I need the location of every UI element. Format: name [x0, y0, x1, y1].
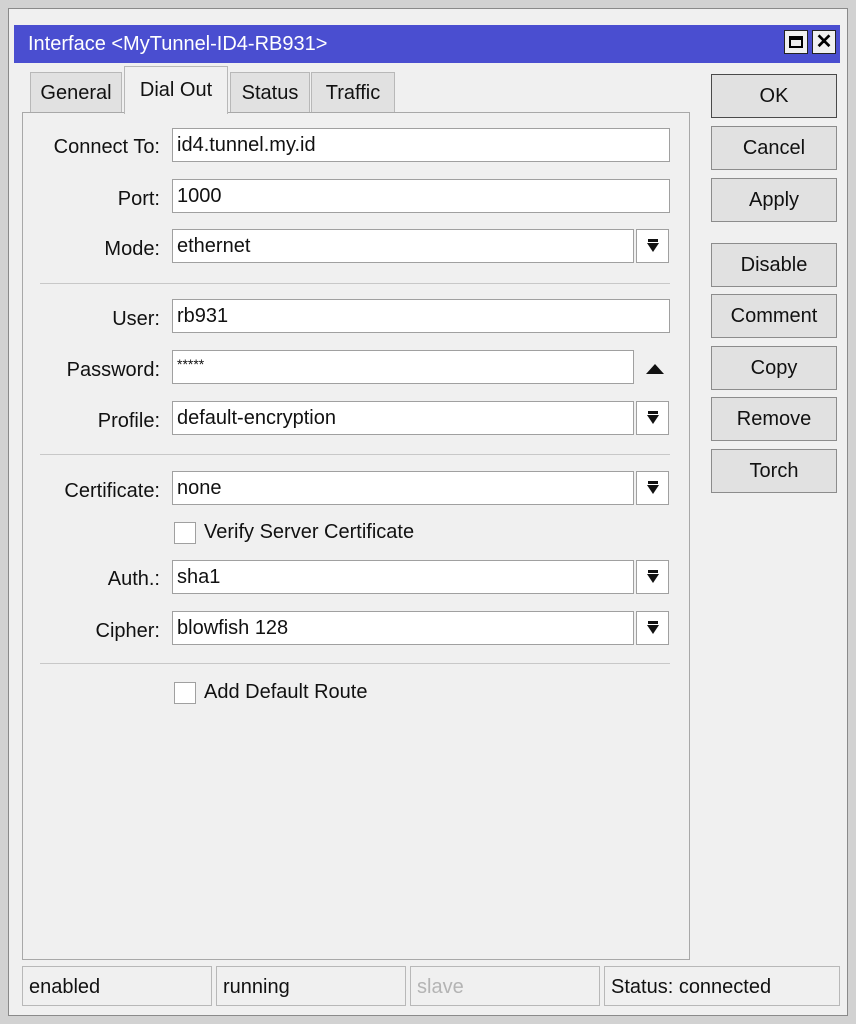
ok-button[interactable]: OK [711, 74, 837, 118]
dropdown-arrow-icon [648, 570, 658, 573]
certificate-select[interactable]: none [172, 471, 634, 505]
dropdown-arrow-icon [648, 621, 658, 624]
separator [40, 663, 670, 664]
add-default-route-checkbox[interactable] [174, 682, 196, 704]
tab-dial-out[interactable]: Dial Out [124, 66, 228, 114]
connect-to-field[interactable]: id4.tunnel.my.id [172, 128, 670, 162]
connect-to-label: Connect To: [53, 136, 160, 158]
auth-select[interactable]: sha1 [172, 560, 634, 594]
cipher-dropdown-button[interactable] [636, 611, 669, 645]
profile-select[interactable]: default-encryption [172, 401, 634, 435]
mode-label: Mode: [104, 238, 160, 260]
disable-button[interactable]: Disable [711, 243, 837, 287]
remove-button[interactable]: Remove [711, 397, 837, 441]
comment-button[interactable]: Comment [711, 294, 837, 338]
tab-status[interactable]: Status [230, 72, 310, 112]
mode-dropdown-button[interactable] [636, 229, 669, 263]
window-title: Interface <MyTunnel-ID4-RB931> [14, 25, 840, 63]
tab-general[interactable]: General [30, 72, 122, 112]
port-field[interactable]: 1000 [172, 179, 670, 213]
separator [40, 454, 670, 455]
certificate-dropdown-button[interactable] [636, 471, 669, 505]
maximize-icon [789, 36, 803, 48]
status-slave: slave [410, 966, 600, 1006]
apply-button[interactable]: Apply [711, 178, 837, 222]
auth-dropdown-button[interactable] [636, 560, 669, 594]
dropdown-arrow-icon [648, 239, 658, 242]
profile-dropdown-button[interactable] [636, 401, 669, 435]
copy-button[interactable]: Copy [711, 346, 837, 390]
maximize-button[interactable] [784, 30, 808, 54]
profile-label: Profile: [97, 410, 160, 432]
close-button[interactable]: ✕ [812, 30, 836, 54]
cipher-label: Cipher: [95, 620, 160, 642]
dropdown-arrow-icon [648, 481, 658, 484]
dropdown-arrow-icon [648, 411, 658, 414]
tab-traffic[interactable]: Traffic [311, 72, 395, 112]
user-label: User: [112, 308, 160, 330]
verify-server-certificate-checkbox[interactable] [174, 522, 196, 544]
close-icon: ✕ [815, 31, 833, 53]
verify-server-certificate-label: Verify Server Certificate [204, 521, 415, 543]
mode-select[interactable]: ethernet [172, 229, 634, 263]
auth-label: Auth.: [107, 568, 160, 590]
status-enabled: enabled [22, 966, 212, 1006]
collapse-arrow-icon[interactable] [646, 364, 664, 374]
password-label: Password: [66, 359, 160, 381]
password-field[interactable]: ***** [172, 350, 634, 384]
cipher-select[interactable]: blowfish 128 [172, 611, 634, 645]
separator [40, 283, 670, 284]
torch-button[interactable]: Torch [711, 449, 837, 493]
status-running: running [216, 966, 406, 1006]
cancel-button[interactable]: Cancel [711, 126, 837, 170]
add-default-route-label: Add Default Route [204, 681, 368, 703]
user-field[interactable]: rb931 [172, 299, 670, 333]
port-label: Port: [117, 188, 160, 210]
status-connection: Status: connected [604, 966, 840, 1006]
certificate-label: Certificate: [64, 480, 160, 502]
